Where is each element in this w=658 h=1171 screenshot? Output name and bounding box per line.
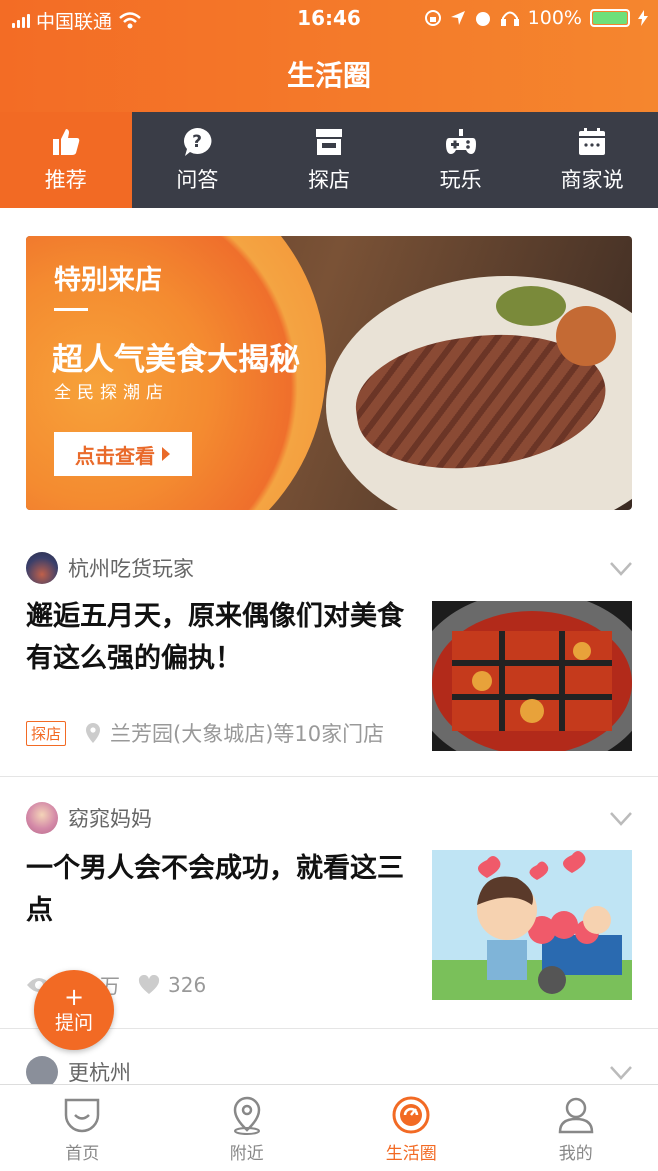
author-name: 杭州吃货玩家	[68, 553, 194, 583]
thumbs-up-icon	[50, 126, 82, 158]
alarm-icon	[474, 9, 492, 27]
tab-recommend[interactable]: 推荐	[0, 112, 132, 208]
nav-label: 我的	[559, 1139, 593, 1164]
nav-life-circle[interactable]: 生活圈	[329, 1085, 494, 1171]
ask-question-button[interactable]: + 提问	[34, 970, 114, 1050]
status-bar: 中国联通 16:46 100%	[0, 0, 658, 38]
fab-label: 提问	[55, 1008, 93, 1035]
tab-label: 问答	[176, 164, 218, 194]
promo-banner[interactable]: 特别来店 超人气美食大揭秘 全民探潮店 点击查看	[26, 236, 632, 510]
post-meta: 探店 兰芳园(大象城店)等10家门店	[26, 718, 384, 748]
plus-icon: +	[64, 986, 84, 1008]
question-icon: ?	[181, 126, 213, 158]
post-card[interactable]: 杭州吃货玩家 邂逅五月天，原来偶像们对美食有这么强的偏执！ 探店 兰芳园(大象城…	[0, 540, 658, 776]
banner-view-button[interactable]: 点击查看	[54, 432, 192, 476]
charging-icon	[638, 10, 648, 26]
chevron-down-icon[interactable]	[610, 562, 632, 576]
nav-nearby[interactable]: 附近	[165, 1085, 330, 1171]
post-author[interactable]: 杭州吃货玩家	[26, 552, 194, 584]
store-location[interactable]: 兰芳园(大象城店)等10家门店	[110, 718, 384, 748]
location-pin-icon	[227, 1095, 267, 1135]
life-circle-icon	[391, 1095, 431, 1135]
home-face-icon	[62, 1095, 102, 1135]
avatar	[26, 802, 58, 834]
header: 中国联通 16:46 100% 生活圈	[0, 0, 658, 112]
nav-label: 生活圈	[386, 1139, 437, 1164]
banner-subline: 全民探潮店	[54, 378, 169, 403]
chevron-down-icon[interactable]	[610, 1066, 632, 1080]
banner-button-label: 点击查看	[75, 440, 155, 469]
cartoon-thumbnail	[432, 850, 632, 1000]
nav-label: 首页	[65, 1139, 99, 1164]
post-card[interactable]: 更杭州	[0, 1040, 658, 1084]
play-arrow-icon	[161, 447, 171, 461]
tab-label: 推荐	[45, 164, 87, 194]
location-pin-icon	[84, 722, 102, 744]
vegetable-image	[556, 306, 616, 366]
location-arrow-icon	[450, 10, 466, 26]
battery-percent: 100%	[528, 7, 582, 29]
user-icon	[556, 1095, 596, 1135]
store-icon	[313, 126, 345, 158]
chevron-down-icon[interactable]	[610, 812, 632, 826]
vegetable-image	[496, 286, 566, 326]
avatar	[26, 552, 58, 584]
author-name: 更杭州	[68, 1057, 131, 1084]
battery-icon	[590, 9, 630, 27]
banner-headline: 超人气美食大揭秘	[52, 334, 300, 379]
nav-label: 附近	[230, 1139, 264, 1164]
calendar-icon	[576, 126, 608, 158]
divider	[0, 776, 658, 777]
headphones-icon	[500, 9, 520, 27]
tab-visit-store[interactable]: 探店	[263, 112, 395, 208]
gamepad-icon	[445, 126, 477, 158]
tab-qa[interactable]: ? 问答	[132, 112, 264, 208]
banner-divider	[54, 308, 88, 311]
post-author[interactable]: 窈窕妈妈	[26, 802, 152, 834]
hotpot-thumbnail	[432, 601, 632, 751]
svg-text:?: ?	[192, 132, 202, 152]
rotation-lock-icon	[424, 9, 442, 27]
category-tag[interactable]: 探店	[26, 721, 66, 746]
post-author[interactable]: 更杭州	[26, 1056, 131, 1084]
banner-tagline: 特别来店	[54, 258, 162, 297]
heart-icon[interactable]	[138, 975, 160, 995]
post-title: 一个男人会不会成功，就看这三点	[26, 848, 416, 932]
tab-label: 探店	[308, 164, 350, 194]
status-right: 100%	[424, 7, 648, 29]
author-name: 窈窕妈妈	[68, 803, 152, 833]
tab-label: 商家说	[561, 164, 624, 194]
tab-merchant-says[interactable]: 商家说	[526, 112, 658, 208]
cartoon-image	[432, 850, 632, 1000]
tab-fun[interactable]: 玩乐	[395, 112, 527, 208]
like-count: 326	[168, 973, 206, 997]
avatar	[26, 1056, 58, 1084]
page-title: 生活圈	[0, 54, 658, 94]
tab-label: 玩乐	[440, 164, 482, 194]
post-title: 邂逅五月天，原来偶像们对美食有这么强的偏执！	[26, 596, 416, 680]
category-tabs: 推荐 ? 问答 探店 玩乐 商家说	[0, 112, 658, 208]
bottom-nav: 首页 附近 生活圈 我的	[0, 1084, 658, 1170]
nav-mine[interactable]: 我的	[494, 1085, 658, 1171]
nav-home[interactable]: 首页	[0, 1085, 165, 1171]
hotpot-image	[432, 601, 632, 751]
